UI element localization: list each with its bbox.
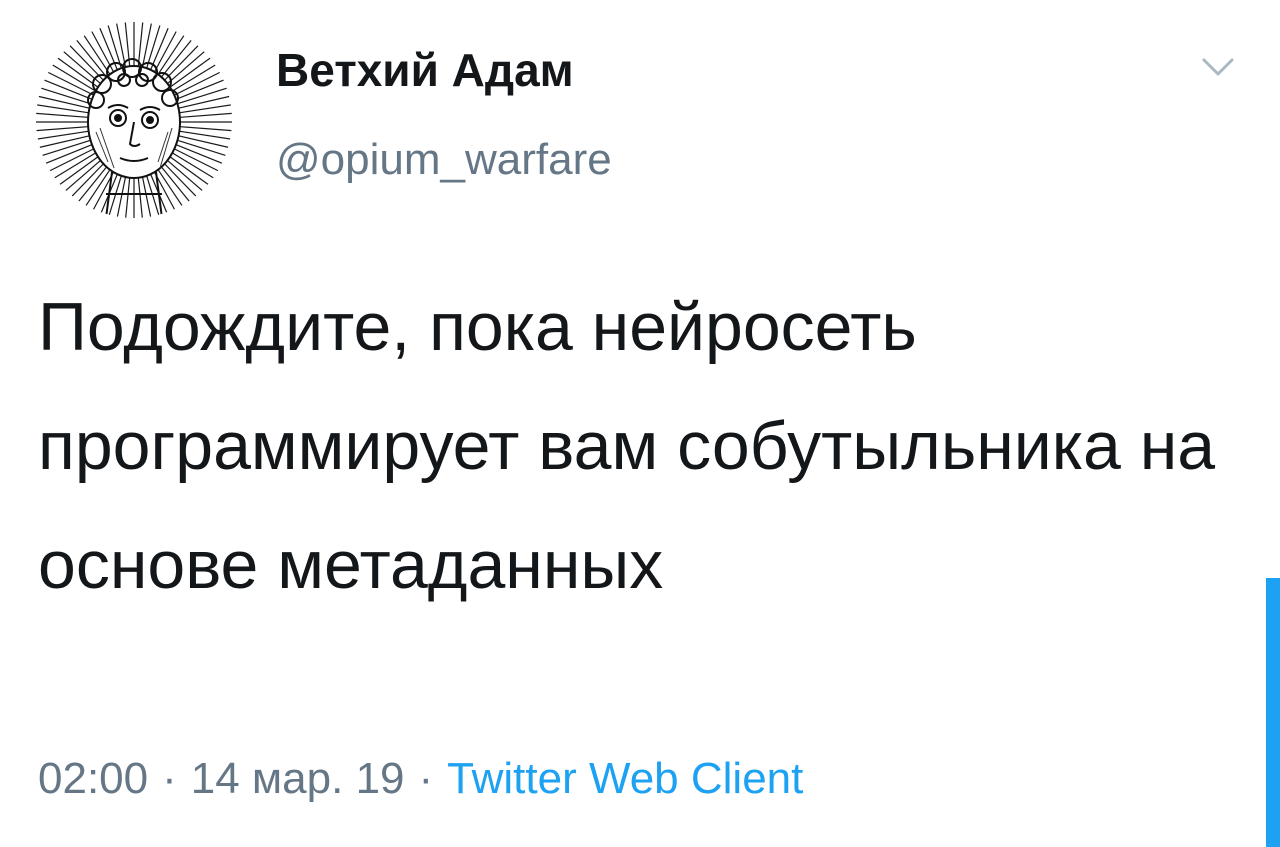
author-display-name[interactable]: Ветхий Адам: [276, 40, 574, 100]
author-handle[interactable]: @opium_warfare: [276, 130, 612, 190]
tweet-client-link[interactable]: Twitter Web Client: [447, 754, 803, 803]
engraved-face-avatar-icon: [36, 22, 232, 218]
tweet-metadata: 02:00 · 14 мар. 19 · Twitter Web Client: [38, 744, 803, 814]
author-avatar[interactable]: [36, 22, 232, 218]
tweet-text: Подождите, пока нейросеть программирует …: [38, 289, 1216, 603]
tweet-time[interactable]: 02:00: [38, 754, 148, 803]
chevron-down-icon: [1202, 58, 1234, 76]
scrollbar-thumb[interactable]: [1266, 578, 1280, 847]
separator-dot: ·: [162, 754, 177, 803]
tweet-date[interactable]: 14 мар. 19: [191, 754, 405, 803]
separator-dot: ·: [418, 754, 434, 803]
tweet-menu-button[interactable]: [1196, 50, 1240, 84]
